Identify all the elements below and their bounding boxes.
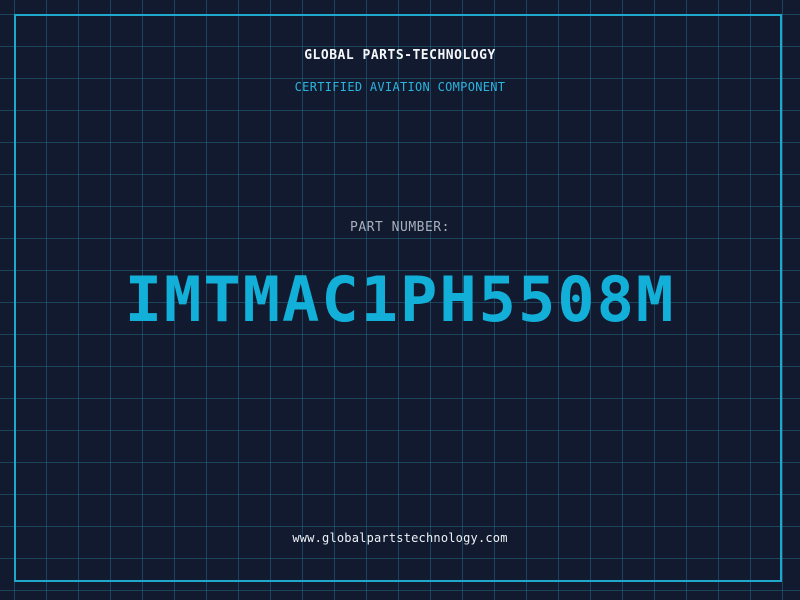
website-url: www.globalpartstechnology.com: [292, 531, 508, 545]
part-number-label: PART NUMBER:: [350, 220, 450, 235]
part-number-value: IMTMAC1PH5508M: [124, 263, 676, 336]
company-name: GLOBAL PARTS-TECHNOLOGY: [304, 48, 496, 63]
certification-tagline: CERTIFIED AVIATION COMPONENT: [294, 80, 506, 94]
